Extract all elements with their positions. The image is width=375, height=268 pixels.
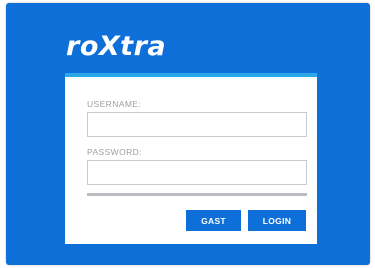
login-card: USERNAME: PASSWORD: GAST LOGIN bbox=[65, 73, 317, 244]
roxtra-logo: roXtra bbox=[66, 31, 167, 62]
login-background: roXtra USERNAME: PASSWORD: GAST LOGIN bbox=[6, 3, 370, 265]
guest-button[interactable]: GAST bbox=[186, 210, 241, 231]
login-button[interactable]: LOGIN bbox=[248, 210, 306, 231]
password-label: PASSWORD: bbox=[87, 147, 142, 157]
password-input[interactable] bbox=[87, 160, 307, 185]
username-input[interactable] bbox=[87, 112, 307, 137]
form-divider bbox=[87, 193, 307, 196]
username-label: USERNAME: bbox=[87, 99, 142, 109]
